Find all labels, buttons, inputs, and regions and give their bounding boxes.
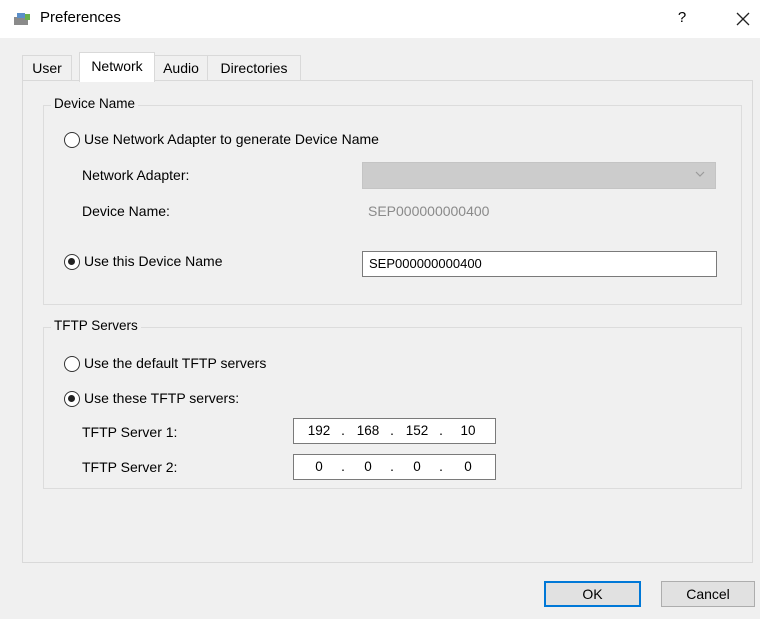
tab-user[interactable]: User <box>22 55 72 80</box>
ip-separator: . <box>341 459 345 474</box>
tftp-group-label: TFTP Servers <box>51 318 141 333</box>
ip-separator: . <box>341 423 345 438</box>
radio-use-adapter[interactable] <box>64 132 80 148</box>
app-icon <box>14 13 30 25</box>
radio-use-custom-name[interactable] <box>64 254 80 270</box>
radio-default-tftp[interactable] <box>64 356 80 372</box>
ip-separator: . <box>439 423 443 438</box>
ip-octet[interactable]: 0 <box>401 459 433 474</box>
chevron-down-icon <box>693 167 707 181</box>
close-icon <box>736 12 750 26</box>
ip-separator: . <box>390 459 394 474</box>
tftp-server1-input[interactable]: 192 . 168 . 152 . 10 <box>293 418 496 444</box>
radio-custom-tftp-label[interactable]: Use these TFTP servers: <box>84 390 239 406</box>
radio-default-tftp-label[interactable]: Use the default TFTP servers <box>84 355 266 371</box>
radio-custom-tftp[interactable] <box>64 391 80 407</box>
ip-octet[interactable]: 10 <box>452 423 484 438</box>
ok-button[interactable]: OK <box>544 581 641 607</box>
ip-separator: . <box>390 423 394 438</box>
ip-octet[interactable]: 0 <box>452 459 484 474</box>
tab-directories[interactable]: Directories <box>207 55 301 80</box>
close-button[interactable] <box>728 4 758 32</box>
help-button[interactable]: ? <box>668 4 696 32</box>
device-name-label: Device Name: <box>82 203 170 219</box>
ip-octet[interactable]: 152 <box>401 423 433 438</box>
tab-network[interactable]: Network <box>79 52 155 82</box>
cancel-button[interactable]: Cancel <box>661 581 755 607</box>
ip-octet[interactable]: 192 <box>303 423 335 438</box>
tftp-server2-label: TFTP Server 2: <box>82 459 178 475</box>
ip-octet[interactable]: 0 <box>352 459 384 474</box>
tab-audio[interactable]: Audio <box>153 55 209 80</box>
window-title: Preferences <box>40 9 121 26</box>
network-adapter-select <box>362 162 716 189</box>
device-name-input[interactable]: SEP000000000400 <box>362 251 717 277</box>
radio-use-adapter-label[interactable]: Use Network Adapter to generate Device N… <box>84 131 379 147</box>
tftp-server1-label: TFTP Server 1: <box>82 424 178 440</box>
device-name-generated: SEP000000000400 <box>368 203 490 219</box>
ip-octet[interactable]: 0 <box>303 459 335 474</box>
device-name-group-label: Device Name <box>51 96 139 111</box>
radio-use-custom-name-label[interactable]: Use this Device Name <box>84 253 223 269</box>
tftp-server2-input[interactable]: 0 . 0 . 0 . 0 <box>293 454 496 480</box>
network-adapter-label: Network Adapter: <box>82 167 190 183</box>
ip-octet[interactable]: 168 <box>352 423 384 438</box>
ip-separator: . <box>439 459 443 474</box>
